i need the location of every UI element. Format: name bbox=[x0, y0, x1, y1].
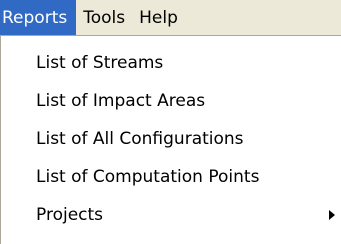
menu-reports[interactable]: Reports bbox=[0, 0, 77, 35]
menu-item-list-of-computation-points[interactable]: List of Computation Points bbox=[1, 158, 341, 196]
menu-item-label: List of Streams bbox=[36, 53, 164, 73]
menu-item-label: List of All Configurations bbox=[36, 129, 244, 149]
reports-dropdown-menu: List of Streams List of Impact Areas Lis… bbox=[0, 35, 341, 244]
menu-item-projects[interactable]: Projects bbox=[1, 196, 341, 234]
menu-item-list-of-impact-areas[interactable]: List of Impact Areas bbox=[1, 82, 341, 120]
menu-item-label: List of Computation Points bbox=[36, 167, 260, 187]
menu-item-label: Projects bbox=[36, 205, 104, 225]
menu-reports-label: Reports bbox=[2, 7, 68, 28]
menu-item-list-of-streams[interactable]: List of Streams bbox=[1, 44, 341, 82]
menu-item-label: List of Impact Areas bbox=[36, 91, 206, 111]
menu-bar: Reports Tools Help bbox=[0, 0, 341, 35]
chevron-right-icon bbox=[329, 210, 335, 220]
menu-tools[interactable]: Tools bbox=[76, 0, 132, 35]
menu-item-list-of-all-configurations[interactable]: List of All Configurations bbox=[1, 120, 341, 158]
menu-help-label: Help bbox=[139, 7, 178, 28]
menu-help[interactable]: Help bbox=[132, 0, 185, 35]
menu-tools-label: Tools bbox=[83, 7, 126, 28]
